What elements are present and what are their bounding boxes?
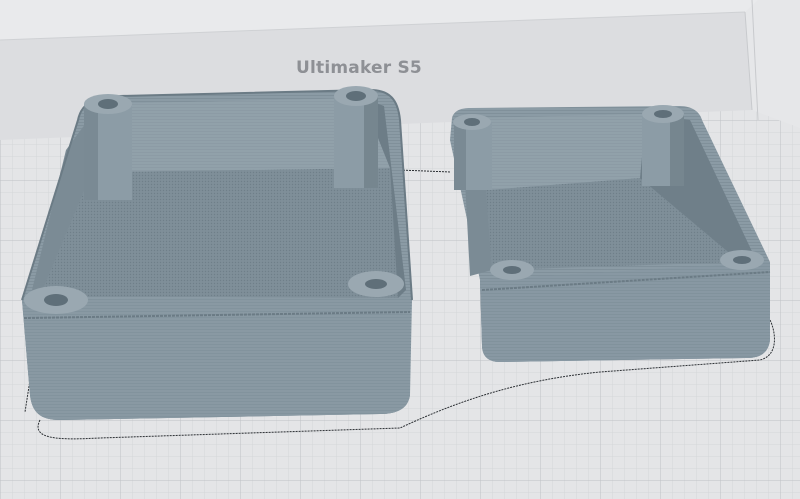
standoff-post	[453, 114, 492, 190]
printer-name-label: Ultimaker S5	[296, 58, 422, 78]
standoff-post	[642, 105, 684, 186]
standoff-post	[348, 271, 404, 297]
standoff-post	[490, 260, 534, 280]
standoff-post	[334, 86, 378, 188]
standoff-post	[720, 250, 764, 270]
standoff-post	[24, 286, 88, 314]
enclosure-box-large[interactable]	[21, 86, 413, 420]
standoff-post	[84, 94, 132, 200]
3d-viewport[interactable]: Ultimaker S5	[0, 0, 800, 499]
